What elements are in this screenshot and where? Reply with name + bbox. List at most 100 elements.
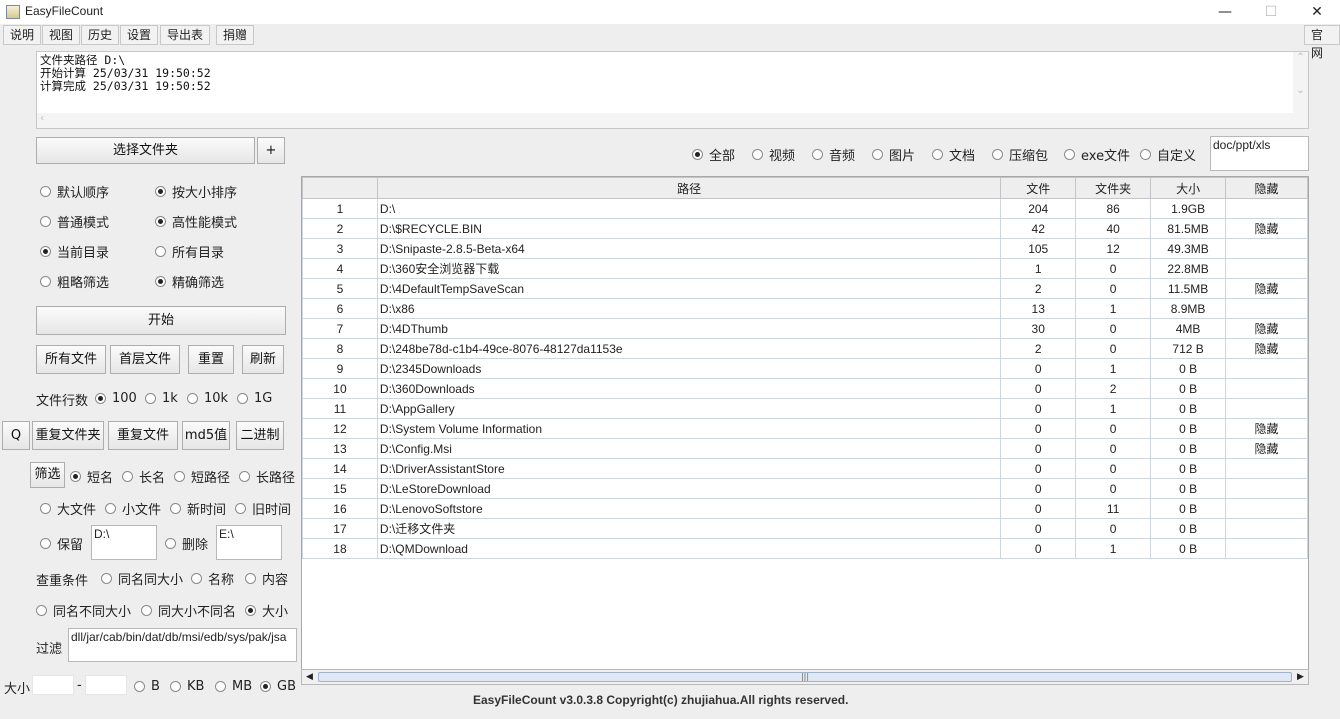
all-files-button[interactable]: 所有文件 [36, 345, 106, 374]
size-min-field[interactable] [32, 675, 74, 695]
filter-button[interactable]: 筛选 [30, 462, 65, 488]
radio-rough-filter[interactable]: 粗略筛选 [40, 272, 109, 291]
radio-same-name-size[interactable]: 同名同大小 [101, 569, 183, 588]
radio-long-name[interactable]: 长名 [122, 467, 165, 486]
add-folder-button[interactable]: + [257, 137, 285, 164]
md5-button[interactable]: md5值 [182, 421, 230, 450]
radio-type-archive[interactable]: 压缩包 [992, 145, 1048, 164]
menu-export[interactable]: 导出表 [160, 25, 211, 45]
maximize-button[interactable]: ☐ [1248, 0, 1294, 24]
radio-name[interactable]: 名称 [191, 569, 234, 588]
query-button[interactable]: Q [2, 421, 30, 450]
menu-history[interactable]: 历史 [81, 25, 120, 45]
radio-normal-mode[interactable]: 普通模式 [40, 212, 109, 231]
radio-short-path[interactable]: 短路径 [174, 467, 230, 486]
radio-type-all[interactable]: 全部 [692, 145, 735, 164]
radio-long-path[interactable]: 长路径 [239, 467, 295, 486]
radio-exact-filter[interactable]: 精确筛选 [155, 272, 224, 291]
radio-performance-mode[interactable]: 高性能模式 [155, 212, 237, 231]
menu-website[interactable]: 官网 [1304, 25, 1340, 60]
radio-rows-1k[interactable]: 1k [145, 389, 178, 407]
radio-keep[interactable]: 保留 [40, 534, 83, 553]
custom-extensions-field[interactable]: doc/ppt/xls [1210, 136, 1309, 171]
table-row[interactable]: 10 D:\360Downloads 0 2 0 B [302, 378, 1308, 399]
scroll-right-arrow-icon[interactable]: ▶ [1293, 670, 1308, 684]
keep-path-field[interactable]: D:\ [91, 525, 157, 560]
radio-default-order[interactable]: 默认顺序 [40, 182, 109, 201]
close-button[interactable]: ✕ [1294, 0, 1340, 24]
log-vertical-scrollbar[interactable]: ⌃ ⌄ [1293, 52, 1308, 114]
binary-button[interactable]: 二进制 [236, 421, 284, 450]
top-level-files-button[interactable]: 首层文件 [110, 345, 180, 374]
menu-donate[interactable]: 捐赠 [216, 25, 255, 45]
radio-delete[interactable]: 删除 [165, 534, 208, 553]
table-row[interactable]: 6 D:\x86 13 1 8.9MB [302, 298, 1308, 319]
radio-unit-b[interactable]: B [134, 677, 160, 695]
table-row[interactable]: 9 D:\2345Downloads 0 1 0 B [302, 358, 1308, 379]
radio-same-name-diff-size[interactable]: 同名不同大小 [36, 601, 131, 620]
radio-unit-kb[interactable]: KB [170, 677, 204, 695]
table-row[interactable]: 4 D:\360安全浏览器下载 1 0 22.8MB [302, 258, 1308, 279]
col-header-index[interactable] [302, 177, 378, 199]
menu-settings[interactable]: 设置 [120, 25, 159, 45]
radio-type-exe[interactable]: exe文件 [1064, 145, 1130, 164]
radio-rows-1g[interactable]: 1G [237, 389, 272, 407]
log-horizontal-scrollbar[interactable]: ‹ [37, 113, 1308, 128]
radio-rows-100[interactable]: 100 [95, 389, 137, 407]
menu-help[interactable]: 说明 [3, 25, 42, 45]
table-row[interactable]: 7 D:\4DThumb 30 0 4MB 隐藏 [302, 318, 1308, 339]
menu-view[interactable]: 视图 [42, 25, 81, 45]
col-header-size[interactable]: 大小 [1150, 177, 1227, 199]
radio-size-order[interactable]: 按大小排序 [155, 182, 237, 201]
filter-extensions-field[interactable]: dll/jar/cab/bin/dat/db/msi/edb/sys/pak/j… [68, 628, 297, 662]
size-max-field[interactable] [85, 675, 127, 695]
table-row[interactable]: 8 D:\248be78d-c1b4-49ce-8076-48127da1153e… [302, 338, 1308, 359]
radio-size[interactable]: 大小 [245, 601, 288, 620]
delete-path-field[interactable]: E:\ [216, 525, 282, 560]
col-header-files[interactable]: 文件 [1000, 177, 1077, 199]
refresh-button[interactable]: 刷新 [242, 345, 284, 374]
duplicate-files-button[interactable]: 重复文件 [108, 421, 178, 450]
radio-unit-mb[interactable]: MB [215, 677, 252, 695]
radio-type-video[interactable]: 视频 [752, 145, 795, 164]
radio-same-size-diff-name[interactable]: 同大小不同名 [141, 601, 236, 620]
table-row[interactable]: 2 D:\$RECYCLE.BIN 42 40 81.5MB 隐藏 [302, 218, 1308, 239]
col-header-hidden[interactable]: 隐藏 [1225, 177, 1308, 199]
radio-rows-10k[interactable]: 10k [187, 389, 228, 407]
radio-type-audio[interactable]: 音频 [812, 145, 855, 164]
table-row[interactable]: 5 D:\4DefaultTempSaveScan 2 0 11.5MB 隐藏 [302, 278, 1308, 299]
scroll-left-arrow-icon[interactable]: ◀ [302, 670, 317, 684]
col-header-folders[interactable]: 文件夹 [1075, 177, 1152, 199]
table-row[interactable]: 3 D:\Snipaste-2.8.5-Beta-x64 105 12 49.3MB [302, 238, 1308, 259]
table-row[interactable]: 18 D:\QMDownload 0 1 0 B [302, 538, 1308, 559]
table-row[interactable]: 14 D:\DriverAssistantStore 0 0 0 B [302, 458, 1308, 479]
minimize-button[interactable]: — [1202, 0, 1248, 24]
radio-content[interactable]: 内容 [245, 569, 288, 588]
radio-unit-gb[interactable]: GB [260, 677, 296, 695]
scroll-thumb[interactable]: ||| [318, 672, 1292, 682]
col-header-path[interactable]: 路径 [376, 177, 1002, 199]
table-horizontal-scrollbar[interactable]: ◀ ||| ▶ [301, 669, 1309, 685]
radio-all-dirs[interactable]: 所有目录 [155, 242, 224, 261]
duplicate-folders-button[interactable]: 重复文件夹 [32, 421, 104, 450]
radio-current-dir[interactable]: 当前目录 [40, 242, 109, 261]
radio-type-document[interactable]: 文档 [932, 145, 975, 164]
radio-new-time[interactable]: 新时间 [170, 499, 226, 518]
select-folder-button[interactable]: 选择文件夹 [36, 137, 255, 164]
reset-button[interactable]: 重置 [188, 345, 234, 374]
table-row[interactable]: 12 D:\System Volume Information 0 0 0 B 隐藏 [302, 418, 1308, 439]
table-row[interactable]: 15 D:\LeStoreDownload 0 0 0 B [302, 478, 1308, 499]
radio-old-time[interactable]: 旧时间 [235, 499, 291, 518]
table-row[interactable]: 1 D:\ 204 86 1.9GB [302, 198, 1308, 219]
radio-large-file[interactable]: 大文件 [40, 499, 96, 518]
radio-short-name[interactable]: 短名 [70, 467, 113, 486]
radio-small-file[interactable]: 小文件 [105, 499, 161, 518]
radio-type-image[interactable]: 图片 [872, 145, 915, 164]
table-row[interactable]: 11 D:\AppGallery 0 1 0 B [302, 398, 1308, 419]
start-button[interactable]: 开始 [36, 306, 286, 335]
table-row[interactable]: 13 D:\Config.Msi 0 0 0 B 隐藏 [302, 438, 1308, 459]
radio-type-custom[interactable]: 自定义 [1140, 145, 1196, 164]
table-row[interactable]: 17 D:\迁移文件夹 0 0 0 B [302, 518, 1308, 539]
log-output[interactable]: 文件夹路径 D:\ 开始计算 25/03/31 19:50:52 计算完成 25… [36, 51, 1309, 129]
table-row[interactable]: 16 D:\LenovoSoftstore 0 11 0 B [302, 498, 1308, 519]
